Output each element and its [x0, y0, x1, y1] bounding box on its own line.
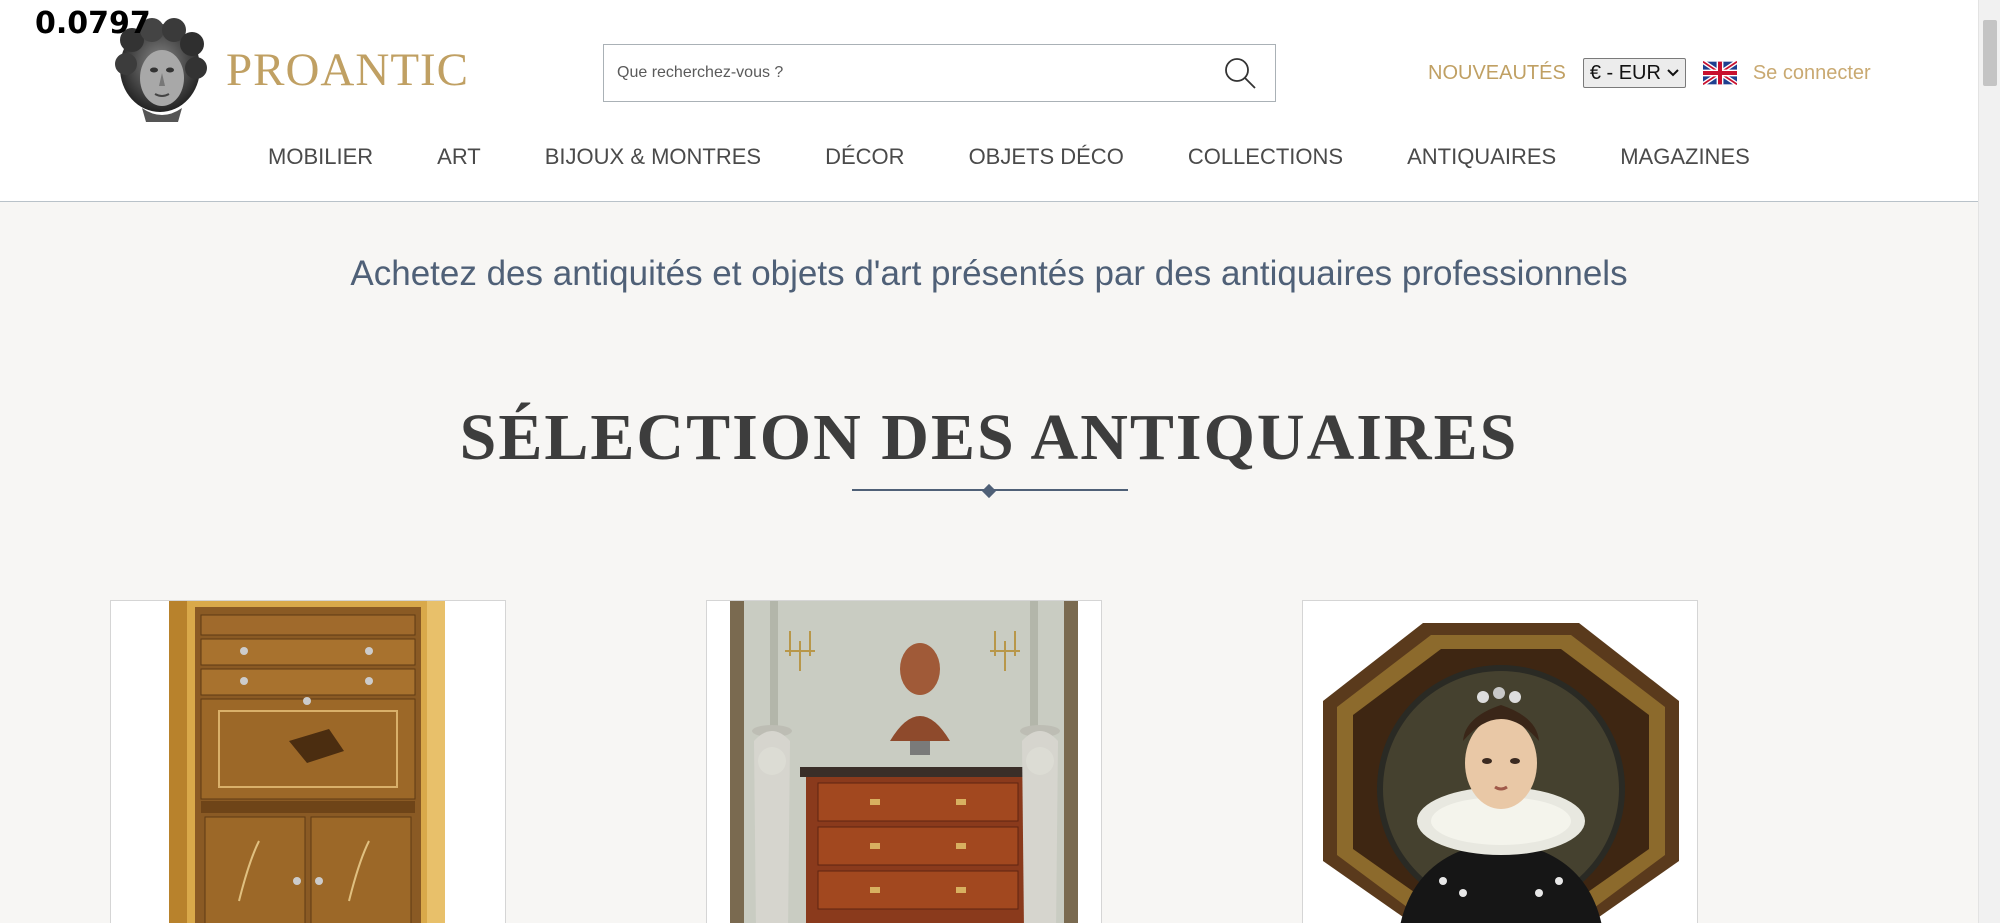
nav-item-collections[interactable]: COLLECTIONS: [1188, 144, 1343, 170]
nav-item-magazines[interactable]: MAGAZINES: [1620, 144, 1750, 170]
product-card[interactable]: [706, 600, 1102, 923]
search-button[interactable]: [1205, 45, 1275, 101]
section-title: SÉLECTION DES ANTIQUAIRES: [459, 401, 1519, 474]
currency-select[interactable]: € - EUR: [1582, 58, 1686, 88]
search-input[interactable]: [604, 45, 1205, 101]
product-image: [169, 601, 445, 923]
chevron-down-icon: [1667, 69, 1679, 77]
nouveautes-link[interactable]: NOUVEAUTÉS: [1428, 62, 1566, 85]
nav-item-mobilier[interactable]: MOBILIER: [268, 144, 373, 170]
scrollbar-thumb[interactable]: [1983, 20, 1997, 86]
nav-item-bijoux-montres[interactable]: BIJOUX & MONTRES: [545, 144, 761, 170]
product-image: [1303, 601, 1697, 923]
site-header: PROANTIC NOUVEAUTÉS € - EUR Se connecter: [0, 0, 1978, 202]
header-tools: NOUVEAUTÉS € - EUR Se connecter: [1428, 56, 1871, 90]
uk-flag-icon[interactable]: [1702, 61, 1737, 85]
score-overlay: 0.0797: [35, 6, 151, 41]
product-card[interactable]: [1302, 600, 1698, 923]
nav-item-objets-deco[interactable]: OBJETS DÉCO: [969, 144, 1124, 170]
product-image: [730, 601, 1078, 923]
logo-wordmark: PROANTIC: [226, 44, 470, 96]
title-divider-ornament: [981, 483, 997, 499]
product-card[interactable]: [110, 600, 506, 923]
login-link[interactable]: Se connecter: [1753, 62, 1871, 85]
currency-selected-value: € - EUR: [1589, 61, 1661, 84]
search-icon: [1225, 58, 1256, 89]
nav-item-art[interactable]: ART: [437, 144, 481, 170]
search-bar: [603, 44, 1276, 102]
nav-item-antiquaires[interactable]: ANTIQUAIRES: [1407, 144, 1556, 170]
nav-item-decor[interactable]: DÉCOR: [825, 144, 904, 170]
tagline: Achetez des antiquités et objets d'art p…: [350, 254, 1628, 293]
page-scrollbar[interactable]: [1978, 0, 2000, 923]
site-logo[interactable]: PROANTIC: [112, 18, 469, 122]
